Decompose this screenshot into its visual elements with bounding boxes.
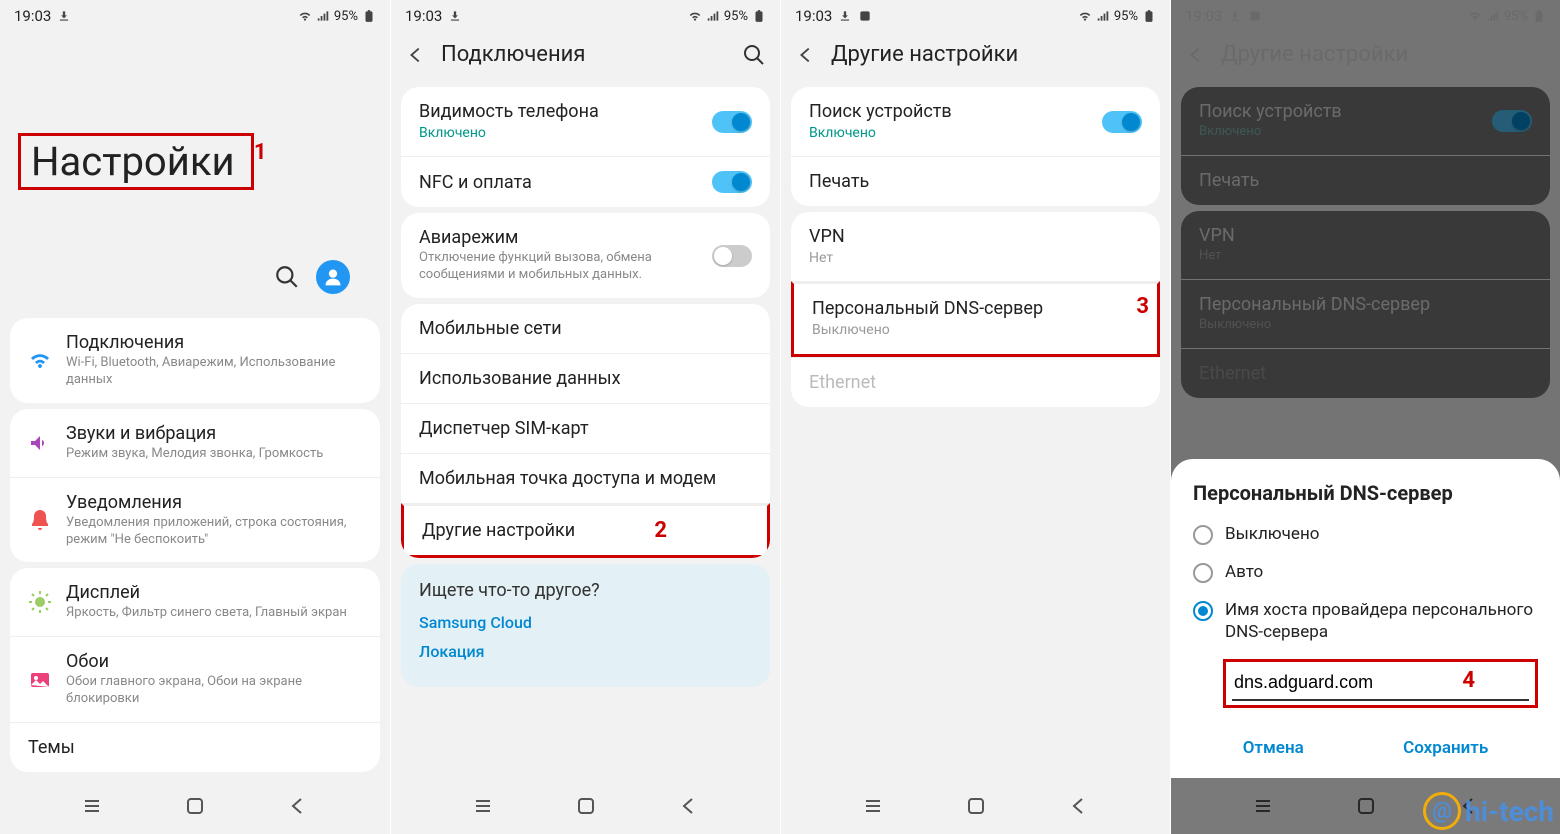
toggle-airplane[interactable] [712, 245, 752, 267]
dialog-title: Персональный DNS-сервер [1193, 481, 1538, 505]
navigation-bar [781, 778, 1170, 834]
suggestion-link-samsung-cloud[interactable]: Samsung Cloud [419, 613, 752, 632]
screen-3-more-settings: 19:03 95% Другие настройки Поиск устройс… [780, 0, 1170, 834]
status-time: 19:03 [14, 7, 51, 25]
back-icon[interactable] [405, 44, 427, 66]
radio-icon [1193, 563, 1213, 583]
status-battery: 95% [724, 9, 748, 24]
dns-hostname-input[interactable] [1232, 666, 1529, 701]
home-button[interactable] [183, 794, 207, 818]
dns-dialog: Персональный DNS-сервер Выключено Авто И… [1171, 459, 1560, 778]
settings-item-display[interactable]: Дисплей Яркость, Фильтр синего света, Гл… [10, 568, 380, 636]
more-item-device-search[interactable]: Поиск устройств Включено [791, 87, 1160, 156]
conn-item-mobile-networks[interactable]: Мобильные сети [401, 304, 770, 353]
watermark: @ hi-tech [1423, 792, 1554, 830]
wifi-icon [298, 9, 312, 23]
annotation-3: 3 [1136, 294, 1149, 319]
signal-icon [316, 9, 330, 23]
dns-option-off[interactable]: Выключено [1193, 523, 1538, 545]
more-item-ethernet: Ethernet [791, 357, 1160, 407]
navigation-bar [391, 778, 780, 834]
more-item-vpn[interactable]: VPN Нет [791, 212, 1160, 281]
page-title: Подключения [441, 42, 585, 67]
screen-1-settings: 19:03 95% Настройки 1 [0, 0, 390, 834]
search-icon[interactable] [742, 43, 766, 67]
annotation-2: 2 [654, 518, 667, 543]
profile-avatar[interactable] [316, 260, 350, 294]
conn-item-hotspot[interactable]: Мобильная точка доступа и модем [401, 453, 770, 503]
conn-item-phone-visibility[interactable]: Видимость телефона Включено [401, 87, 770, 156]
conn-item-airplane[interactable]: Авиарежим Отключение функций вызова, обм… [401, 213, 770, 298]
cancel-button[interactable]: Отмена [1223, 730, 1324, 766]
save-button[interactable]: Сохранить [1383, 730, 1508, 766]
download-icon [448, 9, 462, 23]
more-item-private-dns[interactable]: Персональный DNS-сервер Выключено 3 [791, 281, 1160, 356]
conn-item-data-usage[interactable]: Использование данных [401, 353, 770, 403]
back-button[interactable] [286, 794, 310, 818]
battery-icon [1142, 9, 1156, 23]
app-header: Подключения [391, 32, 780, 81]
status-battery: 95% [334, 9, 358, 24]
battery-icon [752, 9, 766, 23]
app-header: Другие настройки [781, 32, 1170, 81]
status-bar: 19:03 95% [391, 0, 780, 32]
notification-icon [28, 508, 52, 532]
recents-button[interactable] [861, 794, 885, 818]
wallpaper-icon [28, 668, 52, 692]
page-title: Другие настройки [831, 42, 1018, 67]
brightness-icon [28, 590, 52, 614]
signal-icon [706, 9, 720, 23]
recents-button[interactable] [471, 794, 495, 818]
conn-item-nfc[interactable]: NFC и оплата [401, 156, 770, 207]
annotation-1: 1 [254, 140, 267, 165]
home-button[interactable] [574, 794, 598, 818]
status-time: 19:03 [405, 7, 442, 25]
toggle-nfc[interactable] [712, 171, 752, 193]
notification-icon [858, 9, 872, 23]
search-icon[interactable] [274, 264, 300, 290]
radio-icon [1193, 525, 1213, 545]
annotation-4: 4 [1462, 668, 1475, 693]
settings-item-themes[interactable]: Темы [10, 722, 380, 772]
wifi-icon [28, 348, 52, 372]
screen-2-connections: 19:03 95% Подключения Видимость телефона… [390, 0, 780, 834]
toggle-phone-visibility[interactable] [712, 111, 752, 133]
wifi-icon [1078, 9, 1092, 23]
status-time: 19:03 [795, 7, 832, 25]
back-button[interactable] [677, 794, 701, 818]
suggestions-card: Ищете что-то другое? Samsung Cloud Локац… [401, 564, 770, 687]
sound-icon [28, 431, 52, 455]
suggestion-link-location[interactable]: Локация [419, 642, 752, 661]
conn-item-sim-manager[interactable]: Диспетчер SIM-карт [401, 403, 770, 453]
wifi-icon [688, 9, 702, 23]
page-title: Настройки [25, 136, 241, 187]
status-bar: 19:03 95% [0, 0, 390, 32]
download-icon [57, 9, 71, 23]
settings-hero: Настройки 1 [0, 32, 390, 312]
recents-button[interactable] [80, 794, 104, 818]
screen-4-dns-dialog: 19:03 95% Другие настройки Поиск устройс… [1170, 0, 1560, 834]
status-bar: 19:03 95% [781, 0, 1170, 32]
dns-option-auto[interactable]: Авто [1193, 561, 1538, 583]
settings-item-wallpaper[interactable]: Обои Обои главного экрана, Обои на экран… [10, 636, 380, 722]
settings-item-sounds[interactable]: Звуки и вибрация Режим звука, Мелодия зв… [10, 409, 380, 477]
toggle-device-search[interactable] [1102, 111, 1142, 133]
navigation-bar [0, 778, 390, 834]
settings-item-connections[interactable]: Подключения Wi-Fi, Bluetooth, Авиарежим,… [10, 318, 380, 403]
signal-icon [1096, 9, 1110, 23]
battery-icon [362, 9, 376, 23]
more-item-print[interactable]: Печать [791, 156, 1160, 206]
suggestions-title: Ищете что-то другое? [419, 580, 752, 601]
at-icon: @ [1423, 792, 1461, 830]
back-button[interactable] [1067, 794, 1091, 818]
radio-icon [1193, 601, 1213, 621]
dns-option-hostname[interactable]: Имя хоста провайдера персонального DNS-с… [1193, 599, 1538, 643]
back-icon[interactable] [795, 44, 817, 66]
download-icon [838, 9, 852, 23]
settings-item-notifications[interactable]: Уведомления Уведомления приложений, стро… [10, 477, 380, 563]
conn-item-more-settings[interactable]: Другие настройки 2 [401, 503, 770, 558]
status-battery: 95% [1114, 9, 1138, 24]
home-button[interactable] [964, 794, 988, 818]
